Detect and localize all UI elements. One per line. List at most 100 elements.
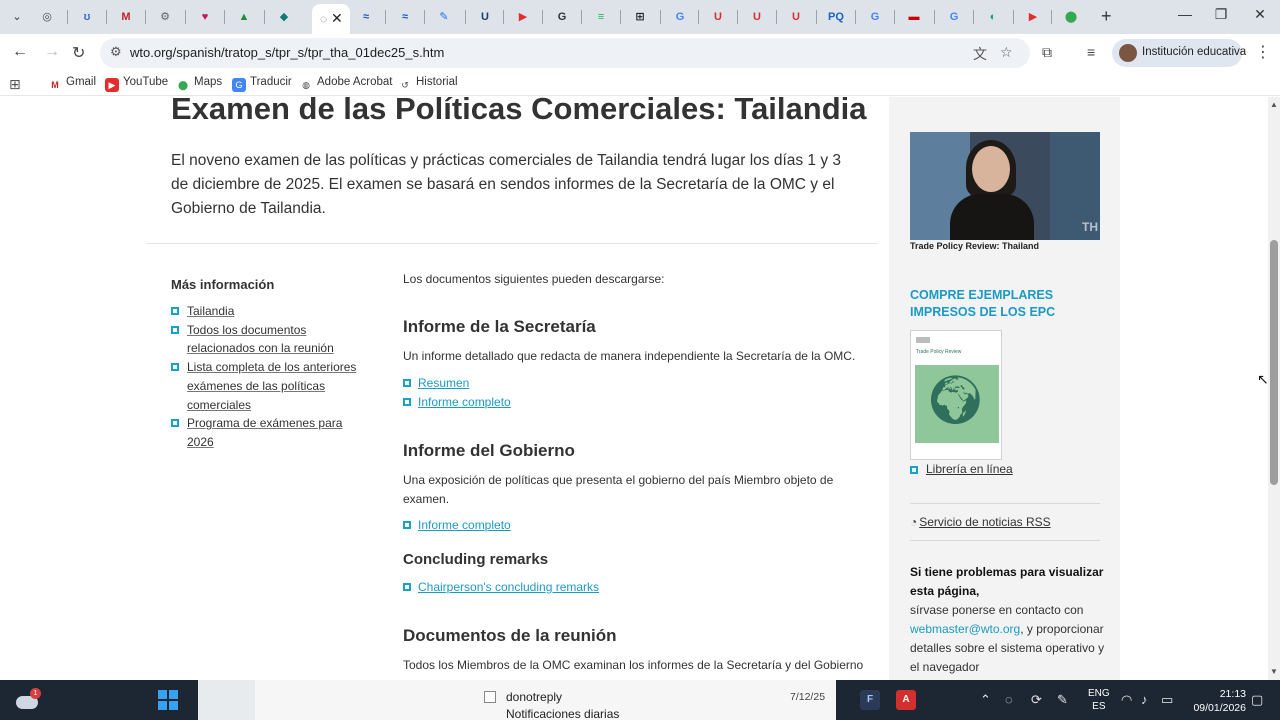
chrome-icon[interactable]: ◎ xyxy=(36,6,58,28)
close-window-icon[interactable]: ✕ xyxy=(1246,6,1274,23)
sync-icon[interactable]: ⟳ xyxy=(1031,692,1042,708)
restore-icon[interactable]: ❐ xyxy=(1207,6,1235,23)
google-icon-3[interactable]: G xyxy=(943,6,965,28)
u-icon[interactable]: U xyxy=(474,6,496,28)
drive-icon[interactable]: ▲ xyxy=(233,6,255,28)
more-info-link-previous-reviews[interactable]: Lista completa de los anteriores exámene… xyxy=(171,358,371,414)
ai-icon[interactable]: ⊞ xyxy=(629,6,651,28)
media-control-icon[interactable]: ≡ xyxy=(1087,44,1095,60)
tab-separator xyxy=(620,10,621,24)
address-bar[interactable]: ⚙ wto.org/spanish/tratop_s/tpr_s/tpr_tha… xyxy=(100,38,1030,68)
more-info-link-programme-2026[interactable]: Programa de exámenes para 2026 xyxy=(171,414,371,451)
video-caption[interactable]: Trade Policy Review: Thailand xyxy=(910,241,1039,251)
email-subject: Notificaciones diarias xyxy=(506,707,620,721)
wto-icon[interactable]: ≈ xyxy=(355,6,377,28)
bookmark-acrobat[interactable]: ◍ Adobe Acrobat xyxy=(299,76,392,92)
back-icon[interactable]: ← xyxy=(12,43,28,61)
menu-icon[interactable]: ⋮ xyxy=(1255,42,1271,62)
battery-icon[interactable]: ▭ xyxy=(1161,692,1173,708)
language-indicator[interactable]: ENG ES xyxy=(1088,687,1110,713)
meeting-documents-heading: Documentos de la reunión xyxy=(403,626,617,645)
notifications-icon[interactable]: ▢ xyxy=(1251,692,1263,708)
tab-separator xyxy=(385,10,386,24)
link-chairperson-remarks[interactable]: Chairperson's concluding remarks xyxy=(403,578,599,596)
wto-icon-2[interactable]: ≈ xyxy=(394,6,416,28)
forward-icon[interactable]: → xyxy=(44,43,60,61)
new-tab-icon[interactable]: + xyxy=(1101,6,1112,27)
square-bullet-icon xyxy=(403,379,411,387)
tray-chevron-icon[interactable]: ⌃ xyxy=(980,692,991,708)
pen-icon[interactable]: ✎ xyxy=(1057,692,1068,708)
profile-button[interactable]: Institución educativa xyxy=(1112,39,1246,67)
uk-icon[interactable]: U xyxy=(707,6,729,28)
extension-icon[interactable]: ◆ xyxy=(273,6,295,28)
email-date: 7/12/25 xyxy=(790,691,826,703)
tab-search-chevron-icon[interactable]: ⌄ xyxy=(8,8,26,26)
settings-icon[interactable]: ⚙ xyxy=(154,6,176,28)
more-info-link-thailand[interactable]: Tailandia xyxy=(171,302,371,321)
right-sidebar: TH Trade Policy Review: Thailand COMPRE … xyxy=(889,97,1120,680)
clock[interactable]: 21:13 09/01/2026 xyxy=(1186,687,1246,715)
close-tab-icon[interactable]: ✕ xyxy=(331,10,343,27)
scroll-up-icon[interactable]: ▲ xyxy=(1270,100,1278,109)
tray-app-icon[interactable]: ◌ xyxy=(1005,692,1013,707)
minimize-icon[interactable]: — xyxy=(1171,6,1199,22)
tab-strip: ⌄ ◎ ʊ M ⚙ ♥ ▲ ◆ ≈ ≈ ✎ U ▶ G ≡ ⊞ G U U U PQ G ▬ G ◐ ▶ ⬤ ◌ ✕ + — ❐ … xyxy=(0,0,1280,34)
maps-icon: ⬤ xyxy=(176,78,190,92)
email-notification-popup[interactable]: donotreply Notificaciones diarias 7/12/2… xyxy=(198,680,836,721)
taskbar-app-icon[interactable]: F xyxy=(860,690,880,710)
volume-icon[interactable]: ♪ xyxy=(1141,692,1148,707)
site-info-icon[interactable]: ⚙ xyxy=(110,44,122,60)
link-rss[interactable]: ◔ Servicio de noticias RSS xyxy=(910,515,1051,529)
translate-icon: G xyxy=(232,78,246,92)
square-bullet-icon xyxy=(910,466,918,474)
edge-icon[interactable]: ◐ xyxy=(982,6,1004,28)
gmail-icon[interactable]: M xyxy=(115,6,137,28)
apps-grid-icon[interactable]: ⊞ xyxy=(9,76,21,93)
video-thumbnail[interactable]: TH xyxy=(910,132,1100,240)
youtube-icon-2[interactable]: ▶ xyxy=(1022,6,1044,28)
link-bookstore[interactable]: Librería en línea xyxy=(910,462,1013,476)
youtube-icon[interactable]: ▶ xyxy=(512,6,534,28)
more-info-link-all-documents[interactable]: Todos los documentos relacionados con la… xyxy=(171,321,371,358)
book-cover-image[interactable]: Trade Policy Review 🌍︎ xyxy=(910,330,1002,460)
link-summary[interactable]: Resumen xyxy=(403,374,469,392)
select-checkbox[interactable] xyxy=(484,691,496,703)
bookmark-youtube[interactable]: ▶ YouTube xyxy=(105,76,168,92)
scrollbar-thumb[interactable] xyxy=(1270,240,1278,485)
active-tab[interactable]: ◌ ✕ xyxy=(312,4,350,34)
heart-icon[interactable]: ♥ xyxy=(194,6,216,28)
link-government-full-report[interactable]: Informe completo xyxy=(403,516,511,534)
acrobat-taskbar-icon[interactable]: A xyxy=(896,690,916,710)
square-bullet-icon xyxy=(171,419,179,428)
scroll-down-icon[interactable]: ▼ xyxy=(1270,667,1278,676)
bookmark-translate[interactable]: G Traducir xyxy=(232,76,292,92)
weather-widget-icon[interactable]: 1 xyxy=(16,688,41,710)
bookmark-gmail[interactable]: M Gmail xyxy=(48,76,96,92)
wand-icon[interactable]: ✎ xyxy=(433,6,455,28)
pq-icon[interactable]: PQ xyxy=(825,6,847,28)
translate-icon[interactable]: 文 xyxy=(973,44,987,64)
google-c-icon[interactable]: G xyxy=(551,6,573,28)
page-scrollbar[interactable]: ▲ ▼ xyxy=(1268,97,1280,680)
uk-icon-2[interactable]: U xyxy=(746,6,768,28)
link-secretariat-full-report[interactable]: Informe completo xyxy=(403,393,511,411)
bookmark-history[interactable]: ↺ Historial xyxy=(398,76,458,92)
uk-icon-3[interactable]: U xyxy=(785,6,807,28)
url-text[interactable]: wto.org/spanish/tratop_s/tpr_s/tpr_tha_0… xyxy=(130,45,444,60)
cnn-icon[interactable]: ▬ xyxy=(903,6,925,28)
google-icon-2[interactable]: G xyxy=(864,6,886,28)
wifi-icon[interactable]: ◠ xyxy=(1121,692,1132,708)
bookmark-maps[interactable]: ⬤ Maps xyxy=(176,76,222,92)
google-icon[interactable]: G xyxy=(669,6,691,28)
reload-icon[interactable]: ↻ xyxy=(72,43,85,63)
bookmark-star-icon[interactable]: ☆ xyxy=(1000,44,1013,61)
windows-start-icon[interactable] xyxy=(158,690,178,710)
mouse-cursor-icon: ↖ xyxy=(1257,371,1269,387)
bing-icon[interactable]: ʊ xyxy=(76,6,98,28)
spotify-icon[interactable]: ≡ xyxy=(590,6,612,28)
webmaster-email-link[interactable]: webmaster@wto.org xyxy=(910,622,1020,636)
extensions-icon[interactable]: ⧉ xyxy=(1042,44,1052,61)
maps-icon[interactable]: ⬤ xyxy=(1060,6,1082,28)
more-info-title: Más información xyxy=(171,277,275,292)
